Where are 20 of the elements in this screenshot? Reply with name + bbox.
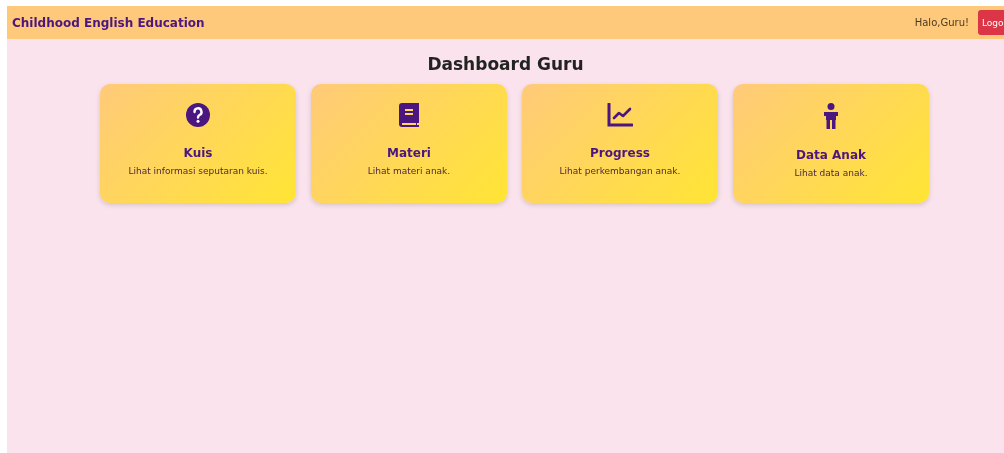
menu-card[interactable]: Progress Lihat perkembangan anak. — [522, 84, 718, 203]
greeting-text: Halo,Guru! — [914, 17, 969, 28]
card-title: Kuis — [183, 146, 213, 160]
card-description: Lihat data anak. — [794, 168, 868, 178]
menu-card[interactable]: Data Anak Lihat data anak. — [733, 84, 929, 203]
card-title: Data Anak — [796, 148, 866, 162]
page-title: Dashboard Guru — [426, 54, 585, 74]
card-title: Progress — [590, 146, 650, 160]
question-icon — [186, 103, 210, 127]
child-icon — [824, 103, 838, 129]
book-icon — [399, 103, 419, 127]
menu-card[interactable]: Materi Lihat materi anak. — [311, 84, 507, 203]
logout-button[interactable]: Logo — [978, 10, 1004, 35]
card-description: Lihat informasi seputaran kuis. — [128, 166, 268, 176]
card-description: Lihat materi anak. — [367, 166, 451, 176]
brand-title: Childhood English Education — [12, 15, 206, 30]
line-chart-icon — [607, 103, 633, 127]
card-title: Materi — [387, 146, 431, 160]
card-description: Lihat perkembangan anak. — [559, 166, 681, 176]
menu-card[interactable]: Kuis Lihat informasi seputaran kuis. — [100, 84, 296, 203]
